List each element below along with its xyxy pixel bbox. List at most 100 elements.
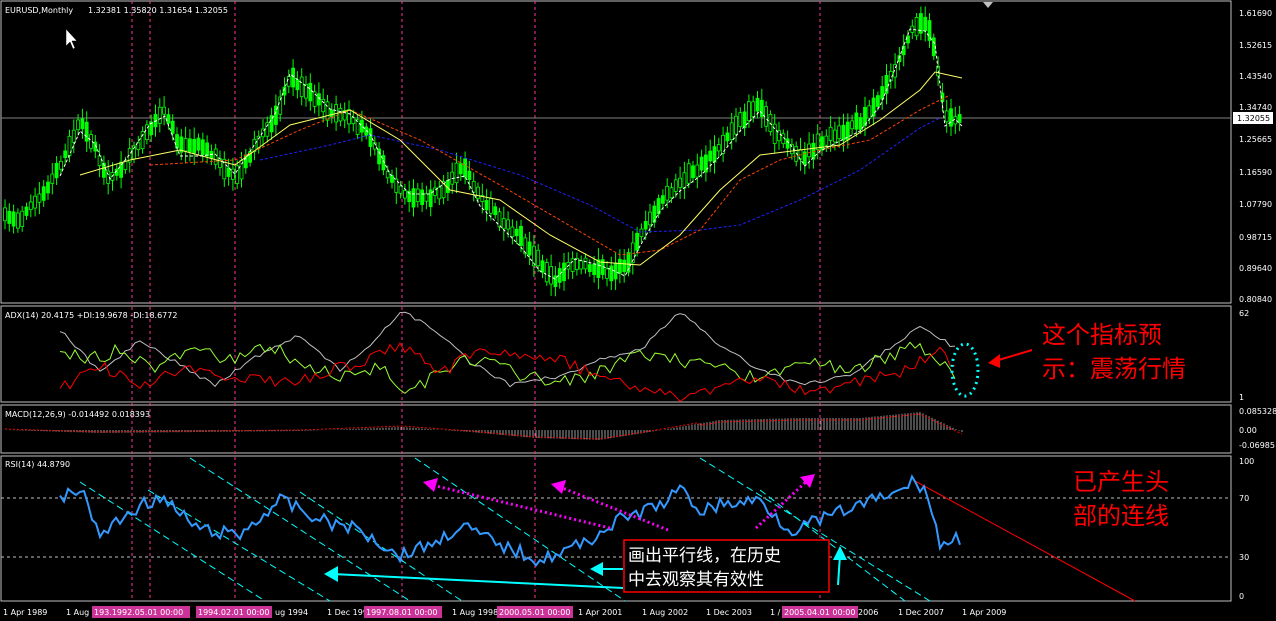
price-tick: 1.07790 bbox=[1239, 200, 1272, 209]
candle-body bbox=[691, 165, 695, 179]
candle-body bbox=[183, 138, 188, 152]
candle-body bbox=[712, 146, 717, 163]
rsi-title: RSI(14) 44.8790 bbox=[5, 460, 70, 469]
candle-body bbox=[390, 175, 394, 183]
rsi-tick: 100 bbox=[1239, 457, 1254, 466]
time-label: 1 Aug 2002 bbox=[642, 608, 688, 617]
price-tick: 1.61690 bbox=[1239, 9, 1272, 18]
candle-body bbox=[785, 138, 790, 149]
macd-panel[interactable] bbox=[0, 404, 1232, 454]
rsi-note-line1: 已产生头 bbox=[1073, 468, 1169, 496]
candle-body bbox=[205, 142, 210, 157]
candle-body bbox=[467, 170, 472, 180]
candle-body bbox=[41, 186, 46, 201]
rsi-tick: 0 bbox=[1239, 592, 1244, 601]
cyan-arrow-head-icon bbox=[324, 566, 338, 582]
candle-body bbox=[377, 148, 382, 165]
candle-body bbox=[63, 150, 68, 158]
candle-body bbox=[488, 198, 493, 214]
price-tick: 0.98715 bbox=[1239, 233, 1272, 242]
candle-body bbox=[678, 177, 682, 188]
time-marker-label: 2005.04.01 00:00 bbox=[784, 608, 855, 617]
candle-body bbox=[686, 163, 691, 184]
candle-body bbox=[196, 137, 201, 151]
candle-body bbox=[579, 260, 584, 270]
chart-canvas[interactable]: EURUSD,Monthly 1.32381 1.35820 1.31654 1… bbox=[0, 0, 1276, 621]
candle-body bbox=[549, 266, 553, 285]
candle-body bbox=[402, 190, 407, 199]
time-label: 1 Dec 2003 bbox=[706, 608, 752, 617]
candle-body bbox=[553, 275, 558, 288]
candle-body bbox=[661, 195, 665, 204]
candle-body bbox=[824, 135, 829, 146]
time-label: 1 Apr 2001 bbox=[578, 608, 622, 617]
time-marker-label: 193.1992.05.01 00:00 bbox=[94, 608, 183, 617]
candle-body bbox=[501, 218, 506, 230]
candle-body bbox=[716, 144, 721, 152]
candle-body bbox=[759, 99, 764, 117]
candle-body bbox=[123, 160, 128, 170]
candle-body bbox=[385, 171, 390, 179]
candle-body bbox=[510, 226, 515, 238]
adx-note-line2: 示：震荡行情 bbox=[1042, 355, 1186, 383]
candle-body bbox=[639, 228, 644, 237]
candle-body bbox=[699, 156, 704, 171]
plus-di-line bbox=[59, 341, 956, 394]
price-tick: 1.25665 bbox=[1239, 135, 1272, 144]
candle-body bbox=[351, 117, 356, 124]
candle-body bbox=[157, 106, 162, 124]
candle-body bbox=[299, 76, 304, 97]
candle-body bbox=[46, 181, 50, 194]
candle-body bbox=[368, 128, 373, 147]
candle-body bbox=[76, 119, 80, 131]
price-tick: 0.80840 bbox=[1239, 295, 1272, 304]
candle-body bbox=[476, 186, 480, 199]
time-label: 1 / bbox=[770, 608, 781, 617]
candle-body bbox=[673, 179, 678, 192]
candle-body bbox=[411, 188, 416, 208]
candle-body bbox=[682, 172, 687, 189]
candle-body bbox=[415, 188, 420, 202]
candle-body bbox=[665, 185, 670, 201]
candle-body bbox=[618, 258, 622, 274]
time-marker-label: 2000.05.01 00:00 bbox=[499, 608, 570, 617]
rsi-panel[interactable] bbox=[0, 455, 1232, 602]
adx-line bbox=[59, 311, 956, 388]
adx-note-line1: 这个指标预 bbox=[1042, 321, 1162, 349]
candle-body bbox=[398, 185, 403, 194]
candle-body bbox=[953, 116, 958, 125]
box-note-line2: 中去观察其有效性 bbox=[628, 570, 764, 590]
adx-tick: 1 bbox=[1239, 393, 1244, 402]
magenta-arrow-head-icon bbox=[800, 474, 815, 488]
candle-body bbox=[28, 201, 33, 211]
candle-body bbox=[527, 241, 532, 256]
macd-tick: 0.00 bbox=[1239, 426, 1257, 435]
chart-shift-icon[interactable] bbox=[983, 2, 993, 8]
candle-body bbox=[338, 108, 343, 122]
candle-body bbox=[519, 225, 523, 246]
candle-body bbox=[50, 173, 55, 184]
candle-body bbox=[807, 143, 811, 158]
candle-body bbox=[3, 207, 7, 222]
candle-body bbox=[592, 263, 596, 275]
candle-body bbox=[729, 122, 734, 141]
candle-body bbox=[420, 189, 425, 205]
box-note-line1: 画出平行线，在历史 bbox=[628, 546, 781, 566]
candle-body bbox=[695, 164, 700, 178]
time-marker-label: 1994.02.01 00:00 bbox=[198, 608, 269, 617]
time-label: 1 Aug 1998 bbox=[452, 608, 498, 617]
candle-body bbox=[514, 228, 519, 237]
cyan-arrow-head-icon bbox=[590, 562, 603, 576]
time-label: 2006 bbox=[858, 608, 878, 617]
candle-body bbox=[828, 126, 833, 141]
candle-body bbox=[833, 129, 837, 143]
price-tick: 0.89640 bbox=[1239, 264, 1272, 273]
candle-body bbox=[570, 258, 575, 272]
candle-body bbox=[944, 110, 949, 123]
current-price-label: 1.32055 bbox=[1237, 114, 1270, 123]
magenta-arrows bbox=[431, 478, 810, 532]
candle-body bbox=[575, 258, 579, 270]
candle-body bbox=[583, 257, 588, 270]
time-label: 1 Dec 2007 bbox=[898, 608, 944, 617]
candle-body bbox=[484, 200, 489, 211]
